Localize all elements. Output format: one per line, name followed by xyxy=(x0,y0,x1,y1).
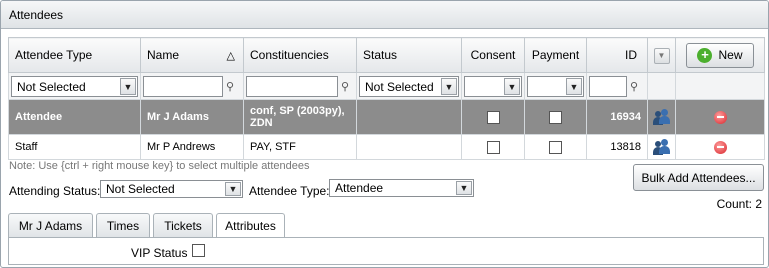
filter-cell-attendee-type: Not Selected ▼ xyxy=(8,72,141,100)
filter-icon[interactable]: ⚲ xyxy=(630,80,640,93)
attendees-grid: Attendee Type Name △ Constituencies Stat… xyxy=(8,37,765,160)
consent-filter-select[interactable]: ▼ xyxy=(464,75,522,97)
filter-cell-id: ⚲ xyxy=(586,72,648,100)
attendee-type-value: Attendee xyxy=(335,181,384,195)
cell-constituencies: conf, SP (2003py), ZDN xyxy=(243,99,357,135)
cell-remove xyxy=(675,134,765,160)
cell-status xyxy=(356,134,462,160)
table-row[interactable]: Attendee Mr J Adams conf, SP (2003py), Z… xyxy=(8,99,765,135)
new-button[interactable]: + New xyxy=(686,42,754,68)
chevron-down-icon: ▼ xyxy=(225,182,241,196)
plus-icon: + xyxy=(697,47,713,63)
people-icon[interactable] xyxy=(652,109,671,125)
cell-status xyxy=(356,99,462,135)
attendee-type-filter-value: Not Selected xyxy=(17,79,86,94)
cell-constituencies: PAY, STF xyxy=(243,134,357,160)
new-button-cell: + New xyxy=(675,37,765,73)
attending-status-label: Attending Status: xyxy=(9,184,101,198)
tab-mr-j-adams[interactable]: Mr J Adams xyxy=(8,213,93,238)
cell-relations xyxy=(647,134,676,160)
cell-consent xyxy=(461,99,525,135)
new-button-label: New xyxy=(718,47,743,62)
filter-cell-name: ⚲ xyxy=(140,72,244,100)
tab-times[interactable]: Times xyxy=(96,213,150,238)
chevron-down-icon: ▼ xyxy=(504,77,520,95)
remove-icon[interactable] xyxy=(713,110,727,124)
column-header-name-label: Name xyxy=(147,48,180,62)
payment-checkbox[interactable] xyxy=(549,140,562,154)
attendees-panel: Attendees Attendee Type Name △ Constitue… xyxy=(0,0,769,268)
chevron-down-icon: ▼ xyxy=(566,77,582,95)
attending-status-value: Not Selected xyxy=(106,182,175,196)
chevron-down-icon: ▼ xyxy=(441,77,457,95)
cell-id: 16934 xyxy=(586,99,648,135)
remove-icon[interactable] xyxy=(713,140,727,154)
status-filter-select[interactable]: Not Selected ▼ xyxy=(359,75,459,97)
cell-name: Mr J Adams xyxy=(140,99,244,135)
attendee-type-label: Attendee Type: xyxy=(249,184,330,198)
filter-cell-empty xyxy=(647,72,676,100)
vip-status-checkbox[interactable] xyxy=(192,244,205,257)
attendee-count: Count: 2 xyxy=(716,197,762,211)
sort-ascending-icon: △ xyxy=(226,50,235,62)
cell-relations xyxy=(647,99,676,135)
cell-remove xyxy=(675,99,765,135)
name-filter-input[interactable] xyxy=(143,75,223,97)
column-header-name[interactable]: Name △ xyxy=(140,37,244,73)
column-menu-icon[interactable]: ▼ xyxy=(653,47,670,64)
cell-consent xyxy=(461,134,525,160)
table-row[interactable]: Staff Mr P Andrews PAY, STF 13818 xyxy=(8,134,765,160)
cell-payment xyxy=(524,99,587,135)
cell-type: Attendee xyxy=(8,99,141,135)
tab-tickets[interactable]: Tickets xyxy=(153,213,213,238)
filter-cell-payment: ▼ xyxy=(524,72,587,100)
cell-name: Mr P Andrews xyxy=(140,134,244,160)
payment-checkbox[interactable] xyxy=(549,110,562,124)
tab-attributes[interactable]: Attributes xyxy=(216,213,285,239)
cell-type: Staff xyxy=(8,134,141,160)
chevron-down-icon: ▼ xyxy=(456,181,472,195)
panel-title: Attendees xyxy=(1,1,768,29)
column-header-consent[interactable]: Consent xyxy=(461,37,525,73)
people-icon[interactable] xyxy=(652,139,671,155)
cell-payment xyxy=(524,134,587,160)
column-header-constituencies[interactable]: Constituencies xyxy=(243,37,357,73)
attendee-type-select[interactable]: Attendee ▼ xyxy=(329,179,474,197)
attendee-type-filter-select[interactable]: Not Selected ▼ xyxy=(11,75,138,97)
chevron-down-icon: ▼ xyxy=(120,77,136,95)
filter-cell-constituencies: ⚲ xyxy=(243,72,357,100)
consent-checkbox[interactable] xyxy=(486,140,500,154)
filter-icon[interactable]: ⚲ xyxy=(226,80,236,93)
attending-status-select[interactable]: Not Selected ▼ xyxy=(100,180,243,198)
vip-status-label: VIP Status xyxy=(131,246,188,260)
filter-icon[interactable]: ⚲ xyxy=(341,80,351,93)
bulk-add-attendees-button[interactable]: Bulk Add Attendees... xyxy=(633,164,764,191)
column-header-status[interactable]: Status xyxy=(356,37,462,73)
column-header-attendee-type[interactable]: Attendee Type xyxy=(8,37,141,73)
multi-select-note: Note: Use {ctrl + right mouse key} to se… xyxy=(9,160,310,172)
payment-filter-select[interactable]: ▼ xyxy=(527,75,584,97)
cell-id: 13818 xyxy=(586,134,648,160)
filter-cell-status: Not Selected ▼ xyxy=(356,72,462,100)
attributes-tab-content: VIP Status xyxy=(8,237,764,265)
consent-checkbox[interactable] xyxy=(486,110,500,124)
column-header-payment[interactable]: Payment xyxy=(524,37,587,73)
status-filter-value: Not Selected xyxy=(365,79,434,94)
filter-cell-consent: ▼ xyxy=(461,72,525,100)
column-header-id[interactable]: ID xyxy=(586,37,648,73)
column-menu-header: ▼ xyxy=(647,37,676,73)
filter-cell-empty xyxy=(675,72,765,100)
constituencies-filter-input[interactable] xyxy=(246,75,338,97)
id-filter-input[interactable] xyxy=(589,75,627,97)
